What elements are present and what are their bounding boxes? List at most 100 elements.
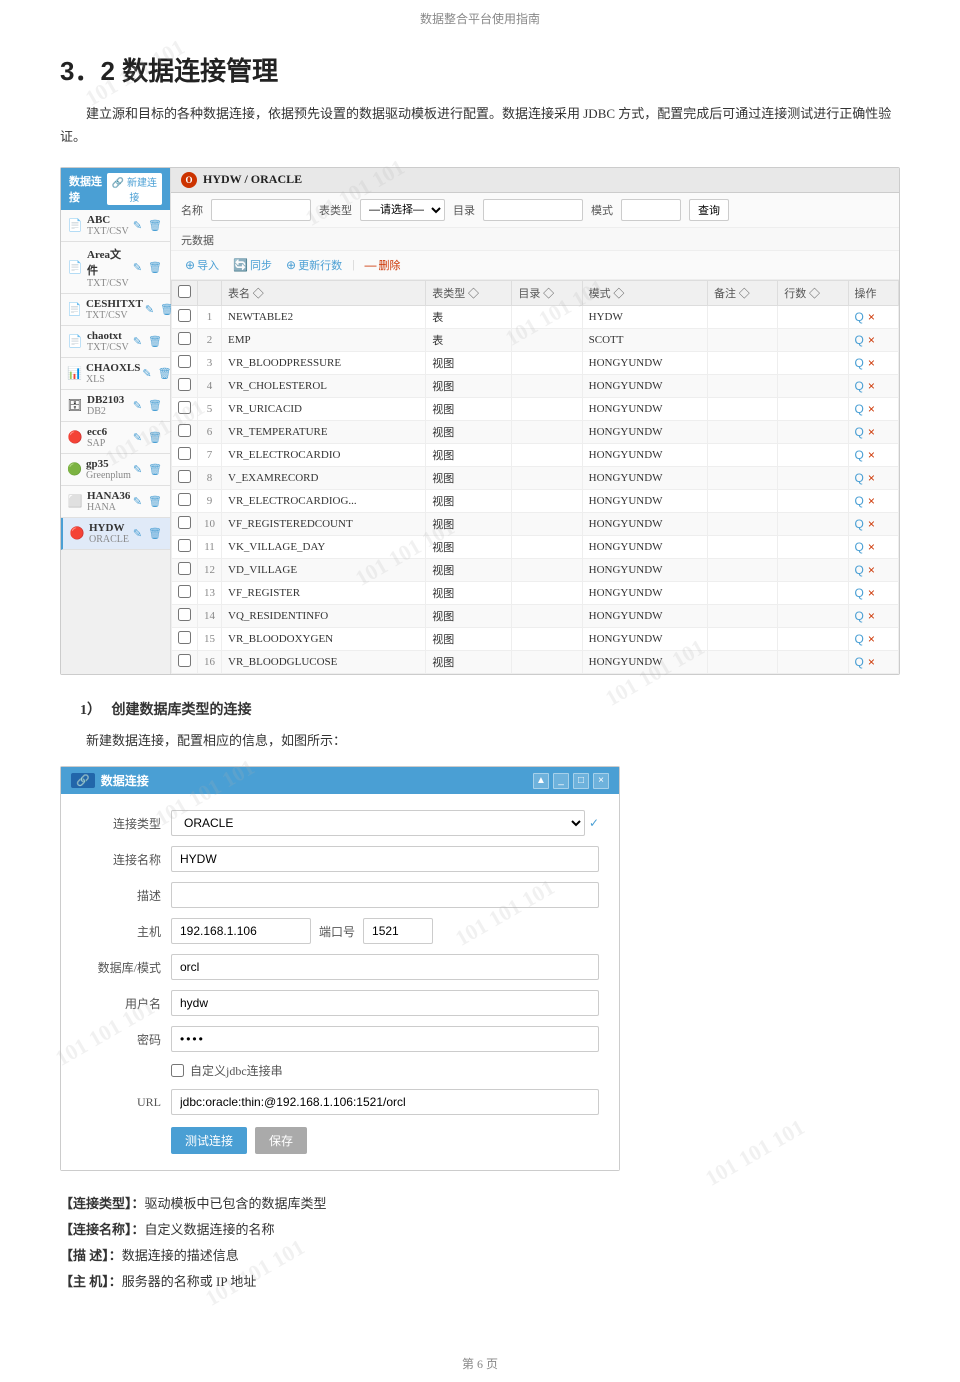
sidebar-item-gp35[interactable]: 🟢 gp35 Greenplum ✎ 🗑 (61, 454, 170, 486)
row-del-btn-2[interactable]: × (868, 356, 875, 370)
row-view-btn-12[interactable]: Q (855, 586, 864, 600)
sidebar-item-chaoxls[interactable]: 📊 CHAOXLS XLS ✎ 🗑 (61, 358, 170, 390)
filter-name-input[interactable] (211, 199, 311, 221)
row-check-6[interactable] (178, 447, 191, 460)
row-del-btn-10[interactable]: × (868, 540, 875, 554)
dialog-maximize-btn[interactable]: ▲ (533, 773, 549, 789)
filter-schema-input[interactable] (621, 199, 681, 221)
row-check-12[interactable] (178, 585, 191, 598)
sidebar-delete-btn-3[interactable]: 🗑 (146, 334, 164, 349)
sidebar-edit-btn-5[interactable]: ✎ (131, 398, 144, 413)
sidebar-item-ceshitxt[interactable]: 📄 CESHITXT TXT/CSV ✎ 🗑 (61, 294, 170, 326)
sidebar-item-hana36[interactable]: ⬜ HANA36 HANA ✎ 🗑 (61, 486, 170, 518)
toolbar-sync-btn[interactable]: 🔄 同步 (229, 255, 276, 275)
db-mode-input[interactable] (171, 954, 599, 980)
row-check-15[interactable] (178, 654, 191, 667)
sidebar-item-area文件[interactable]: 📄 Area文件 TXT/CSV ✎ 🗑 (61, 242, 170, 294)
row-del-btn-7[interactable]: × (868, 471, 875, 485)
row-check-7[interactable] (178, 470, 191, 483)
sidebar-item-db2103[interactable]: 🗄 DB2103 DB2 ✎ 🗑 (61, 390, 170, 422)
save-button[interactable]: 保存 (255, 1127, 307, 1154)
row-view-btn-4[interactable]: Q (855, 402, 864, 416)
dialog-close-btn[interactable]: × (593, 773, 609, 789)
test-connection-button[interactable]: 测试连接 (171, 1127, 247, 1154)
row-view-btn-0[interactable]: Q (855, 310, 864, 324)
row-view-btn-1[interactable]: Q (855, 333, 864, 347)
sidebar-item-chaotxt[interactable]: 📄 chaotxt TXT/CSV ✎ 🗑 (61, 326, 170, 358)
row-check-10[interactable] (178, 539, 191, 552)
sidebar-edit-btn-8[interactable]: ✎ (131, 494, 144, 509)
custom-jdbc-checkbox[interactable] (171, 1064, 184, 1077)
toolbar-refresh-btn[interactable]: ⊕ 更新行数 (282, 255, 346, 275)
sidebar-delete-btn-0[interactable]: 🗑 (146, 218, 164, 233)
dialog-restore-btn[interactable]: □ (573, 773, 589, 789)
sidebar-edit-btn-6[interactable]: ✎ (131, 430, 144, 445)
row-del-btn-9[interactable]: × (868, 517, 875, 531)
sidebar-edit-btn-7[interactable]: ✎ (131, 462, 144, 477)
row-view-btn-3[interactable]: Q (855, 379, 864, 393)
row-view-btn-7[interactable]: Q (855, 471, 864, 485)
row-view-btn-6[interactable]: Q (855, 448, 864, 462)
sidebar-edit-btn-2[interactable]: ✎ (143, 302, 156, 317)
row-view-btn-8[interactable]: Q (855, 494, 864, 508)
row-del-btn-14[interactable]: × (868, 632, 875, 646)
row-view-btn-10[interactable]: Q (855, 540, 864, 554)
row-del-btn-6[interactable]: × (868, 448, 875, 462)
row-check-3[interactable] (178, 378, 191, 391)
row-del-btn-15[interactable]: × (868, 655, 875, 669)
toolbar-delete-btn[interactable]: — 删除 (360, 255, 404, 275)
row-check-8[interactable] (178, 493, 191, 506)
url-input[interactable] (171, 1089, 599, 1115)
sidebar-delete-btn-9[interactable]: 🗑 (146, 526, 164, 541)
row-del-btn-1[interactable]: × (868, 333, 875, 347)
row-check-5[interactable] (178, 424, 191, 437)
sidebar-delete-btn-8[interactable]: 🗑 (146, 494, 164, 509)
row-view-btn-13[interactable]: Q (855, 609, 864, 623)
sidebar-delete-btn-5[interactable]: 🗑 (146, 398, 164, 413)
filter-target-input[interactable] (483, 199, 583, 221)
row-view-btn-15[interactable]: Q (855, 655, 864, 669)
row-check-13[interactable] (178, 608, 191, 621)
row-view-btn-14[interactable]: Q (855, 632, 864, 646)
row-del-btn-11[interactable]: × (868, 563, 875, 577)
row-del-btn-8[interactable]: × (868, 494, 875, 508)
row-view-btn-5[interactable]: Q (855, 425, 864, 439)
sidebar-edit-btn-9[interactable]: ✎ (131, 526, 144, 541)
username-input[interactable] (171, 990, 599, 1016)
row-check-2[interactable] (178, 355, 191, 368)
desc-input[interactable] (171, 882, 599, 908)
conn-type-select[interactable]: ORACLE (171, 810, 585, 836)
password-input[interactable] (171, 1026, 599, 1052)
row-check-0[interactable] (178, 309, 191, 322)
toolbar-import-btn[interactable]: ⊕ 导入 (181, 255, 223, 275)
dialog-minimize-btn[interactable]: _ (553, 773, 569, 789)
row-del-btn-4[interactable]: × (868, 402, 875, 416)
row-del-btn-12[interactable]: × (868, 586, 875, 600)
row-del-btn-13[interactable]: × (868, 609, 875, 623)
row-check-1[interactable] (178, 332, 191, 345)
sidebar-item-abc[interactable]: 📄 ABC TXT/CSV ✎ 🗑 (61, 210, 170, 242)
row-del-btn-3[interactable]: × (868, 379, 875, 393)
select-all-checkbox[interactable] (178, 285, 191, 298)
row-check-11[interactable] (178, 562, 191, 575)
sidebar-edit-btn-0[interactable]: ✎ (131, 218, 144, 233)
sidebar-delete-btn-7[interactable]: 🗑 (146, 462, 164, 477)
sidebar-edit-btn-4[interactable]: ✎ (140, 366, 153, 381)
host-input[interactable] (171, 918, 311, 944)
row-del-btn-0[interactable]: × (868, 310, 875, 324)
sidebar-edit-btn-3[interactable]: ✎ (131, 334, 144, 349)
sidebar-edit-btn-1[interactable]: ✎ (131, 260, 144, 275)
row-check-4[interactable] (178, 401, 191, 414)
row-check-14[interactable] (178, 631, 191, 644)
sidebar-item-ecc6[interactable]: 🔴 ecc6 SAP ✎ 🗑 (61, 422, 170, 454)
filter-query-button[interactable]: 查询 (689, 199, 729, 221)
row-check-9[interactable] (178, 516, 191, 529)
conn-name-input[interactable] (171, 846, 599, 872)
port-input[interactable] (363, 918, 433, 944)
filter-table-type-select[interactable]: —请选择— (360, 199, 445, 221)
row-view-btn-2[interactable]: Q (855, 356, 864, 370)
sidebar-delete-btn-1[interactable]: 🗑 (146, 260, 164, 275)
row-view-btn-11[interactable]: Q (855, 563, 864, 577)
row-del-btn-5[interactable]: × (868, 425, 875, 439)
sidebar-item-hydw[interactable]: 🔴 HYDW ORACLE ✎ 🗑 (61, 518, 170, 550)
